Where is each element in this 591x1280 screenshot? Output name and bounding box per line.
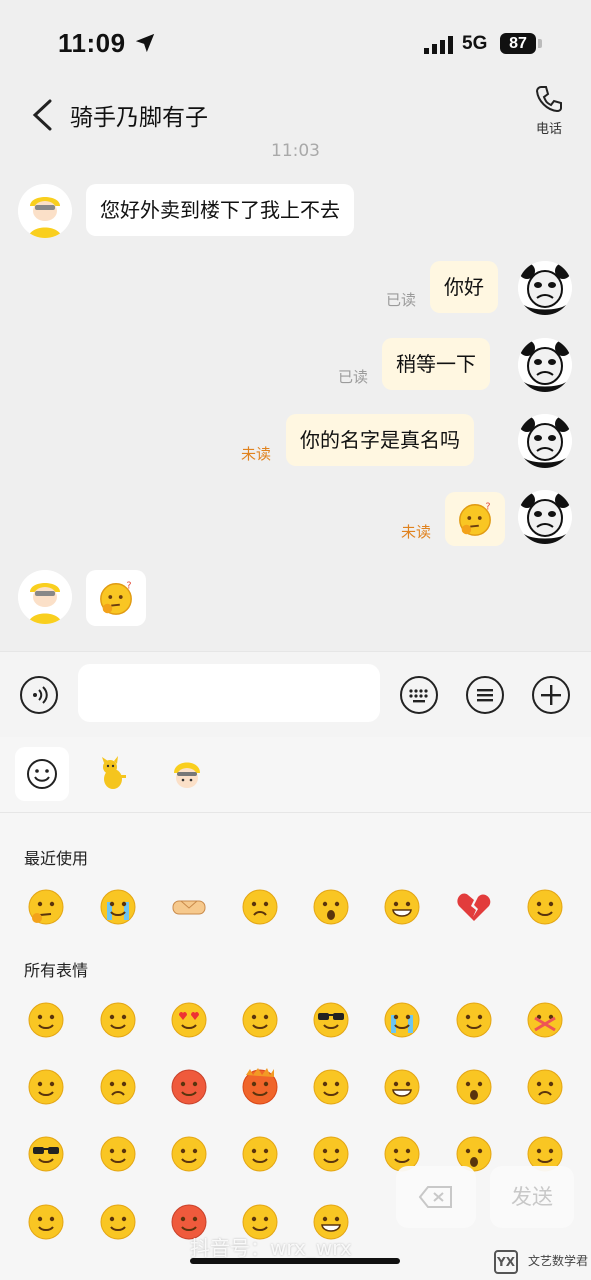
- voice-button[interactable]: [20, 676, 58, 714]
- thinking-emoji-icon: ?: [100, 581, 132, 615]
- message-bubble-outgoing[interactable]: 你的名字是真名吗: [286, 414, 474, 466]
- voice-icon: [33, 686, 48, 704]
- message-bubble-outgoing[interactable]: 你好: [430, 261, 498, 313]
- message-input[interactable]: [78, 664, 380, 722]
- back-chevron-icon[interactable]: [30, 98, 54, 132]
- smile-emoji-icon[interactable]: [26, 1000, 66, 1040]
- call-button[interactable]: 电话: [522, 84, 576, 144]
- input-bar: [0, 651, 591, 737]
- heart-eyes-emoji-icon[interactable]: [169, 1000, 209, 1040]
- emoji-message-incoming[interactable]: ?: [86, 570, 146, 626]
- happy-closed-eyes-emoji-icon[interactable]: [454, 1000, 494, 1040]
- tab-smiley[interactable]: [15, 747, 69, 801]
- angry-emoji-icon[interactable]: [240, 1067, 280, 1107]
- recent-section-label: 最近使用: [24, 849, 89, 868]
- frown-emoji-icon[interactable]: [240, 887, 280, 927]
- emoji-message-outgoing[interactable]: ?: [445, 492, 505, 546]
- wink-tongue-emoji-icon[interactable]: [311, 1067, 351, 1107]
- broken-heart-emoji-icon[interactable]: [454, 887, 494, 927]
- watermark-text: 抖音号：wrx_wrx: [190, 1236, 352, 1260]
- keyboard-icon: [409, 689, 428, 703]
- vomit-emoji-icon[interactable]: [169, 1134, 209, 1174]
- network-type: 5G: [462, 33, 488, 54]
- panda-avatar-icon: [518, 414, 572, 468]
- panda-avatar[interactable]: [518, 414, 572, 468]
- sleeping-emoji-icon[interactable]: [26, 1067, 66, 1107]
- message-bubble-outgoing[interactable]: 稍等一下: [382, 338, 490, 390]
- thinking-emoji-icon[interactable]: [26, 887, 66, 927]
- battery-tip: [538, 39, 542, 48]
- crying-emoji-icon[interactable]: [382, 1000, 422, 1040]
- sunglasses-emoji-icon[interactable]: [311, 1000, 351, 1040]
- quick-reply-button[interactable]: [466, 676, 504, 714]
- grin-emoji-icon[interactable]: [382, 887, 422, 927]
- brand-name: 文艺数学君: [528, 1254, 589, 1268]
- cool-emoji-icon[interactable]: [26, 1134, 66, 1174]
- laughing-emoji-icon[interactable]: [382, 1067, 422, 1107]
- drool-emoji-icon[interactable]: [240, 1000, 280, 1040]
- home-indicator: [190, 1258, 400, 1264]
- send-button[interactable]: 发送: [490, 1166, 574, 1228]
- plus-icon: [541, 685, 561, 705]
- brand-logo: YX 文艺数学君: [494, 1250, 588, 1276]
- panda-avatar-icon: [518, 261, 572, 315]
- panda-avatar[interactable]: [518, 338, 572, 392]
- screaming-emoji-icon[interactable]: [311, 887, 351, 927]
- thinking-emoji-icon: ?: [459, 502, 491, 536]
- shy-smile-emoji-icon[interactable]: [26, 1202, 66, 1242]
- panda-avatar-icon: [518, 338, 572, 392]
- chat-timestamp: 11:03: [271, 141, 320, 161]
- panda-avatar[interactable]: [518, 261, 572, 315]
- emoji-tabs: [0, 737, 591, 813]
- pout-emoji-icon[interactable]: [98, 1202, 138, 1242]
- unread-status: 未读: [401, 523, 432, 541]
- svg-text:?: ?: [485, 502, 490, 513]
- rider-avatar[interactable]: [18, 184, 72, 238]
- battery-level: 87: [500, 33, 536, 54]
- chat-header: 骑手乃脚有子 电话: [0, 80, 591, 148]
- backspace-icon: [418, 1186, 452, 1208]
- handshake-emoji-icon[interactable]: [169, 887, 209, 927]
- read-status: 已读: [386, 291, 417, 309]
- sad-emoji-icon[interactable]: [98, 1067, 138, 1107]
- rider-sticker-icon: [174, 762, 200, 788]
- doubt-emoji-icon[interactable]: [98, 1134, 138, 1174]
- rider-avatar-icon: [18, 184, 72, 238]
- chat-title: 骑手乃脚有子: [70, 105, 208, 131]
- panda-avatar[interactable]: [518, 490, 572, 544]
- phone-icon: [535, 86, 562, 113]
- crying-emoji-icon[interactable]: [98, 887, 138, 927]
- tab-dog-sticker[interactable]: [86, 747, 140, 801]
- panda-avatar-icon: [518, 490, 572, 544]
- worried-emoji-icon[interactable]: [525, 887, 565, 927]
- cover-mouth-emoji-icon[interactable]: [311, 1134, 351, 1174]
- emoji-actions: 发送: [396, 1166, 576, 1228]
- rider-avatar-icon: [18, 570, 72, 624]
- zip-mouth-emoji-icon[interactable]: [525, 1000, 565, 1040]
- brand-mark: YX: [494, 1250, 518, 1274]
- signal-icon: [424, 36, 453, 54]
- all-section-label: 所有表情: [24, 961, 89, 980]
- smiley-icon: [27, 759, 57, 789]
- shy-emoji-icon[interactable]: [98, 1000, 138, 1040]
- tired-emoji-icon[interactable]: [240, 1134, 280, 1174]
- status-time: 11:09: [58, 28, 126, 58]
- tab-rider-sticker[interactable]: [160, 747, 214, 801]
- list-icon: [477, 689, 493, 702]
- shocked-emoji-icon[interactable]: [454, 1067, 494, 1107]
- embarrassed-emoji-icon[interactable]: [169, 1067, 209, 1107]
- neutral-emoji-icon[interactable]: [525, 1067, 565, 1107]
- status-bar: 11:09 5G 87: [0, 0, 591, 80]
- delete-button[interactable]: [396, 1166, 476, 1228]
- call-label: 电话: [535, 122, 562, 137]
- unread-status: 未读: [241, 445, 272, 463]
- svg-text:?: ?: [126, 581, 131, 592]
- dog-sticker-icon: [102, 756, 126, 789]
- location-arrow-icon: [135, 33, 155, 53]
- more-button[interactable]: [532, 676, 570, 714]
- keyboard-button[interactable]: [400, 676, 438, 714]
- message-bubble-incoming[interactable]: 您好外卖到楼下了我上不去: [86, 184, 354, 236]
- rider-avatar[interactable]: [18, 570, 72, 624]
- read-status: 已读: [338, 368, 369, 386]
